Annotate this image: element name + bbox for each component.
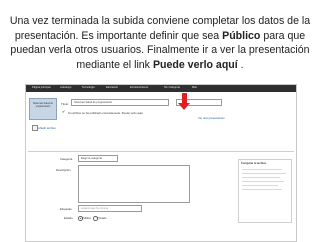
category-select[interactable]: Elegir la categoría <box>78 155 118 162</box>
title-label: Título: <box>61 102 69 106</box>
privacy-label: Estado <box>64 216 73 220</box>
red-arrow-icon <box>178 103 190 110</box>
nav-item-education[interactable]: Educación <box>106 86 118 89</box>
success-check-icon: ✔ <box>62 109 66 114</box>
public-radio-label: Público <box>82 216 92 220</box>
public-keyword: Público <box>222 29 261 42</box>
section-divider <box>28 151 294 152</box>
nav-item-uncategorized[interactable]: Sin Categoría <box>164 86 180 89</box>
status-message[interactable]: Su archivo se ha publicado correctamente… <box>68 111 143 115</box>
screenshot-panel: Página principal Liderazgo Tecnología Ed… <box>25 84 297 242</box>
category-label: Categoría <box>60 157 73 161</box>
nav-item-more[interactable]: Más <box>192 86 197 89</box>
description-textarea[interactable] <box>78 165 190 203</box>
private-radio-label: Privado <box>97 216 107 220</box>
presentation-thumbnail[interactable]: Sistemas Salud de programación <box>29 98 57 120</box>
side-panel-title: Comparte tu archivo <box>241 162 267 165</box>
top-nav: Página principal Liderazgo Tecnología Ed… <box>26 85 296 92</box>
view-other-link[interactable]: Ver otra presentación <box>198 116 225 120</box>
side-panel: Comparte tu archivo <box>238 159 292 223</box>
add-file-link[interactable]: Añadir archivo <box>38 126 56 130</box>
nav-item-entertainment[interactable]: Entretenimiento <box>130 86 148 89</box>
description-label: Descripción <box>56 168 71 172</box>
tags-input[interactable]: separar tags by comma <box>78 205 142 212</box>
nav-item-home[interactable]: Página principal <box>32 86 50 89</box>
title-input[interactable]: Sistemas Salud de programación <box>71 99 169 106</box>
nav-item-technology[interactable]: Tecnología <box>82 86 95 89</box>
nav-item-leadership[interactable]: Liderazgo <box>60 86 71 89</box>
view-link-keyword: Puede verlo aquí <box>152 58 238 71</box>
tags-label: Etiquetas <box>60 207 72 211</box>
instruction-caption: Una vez terminada la subida conviene com… <box>9 15 311 71</box>
